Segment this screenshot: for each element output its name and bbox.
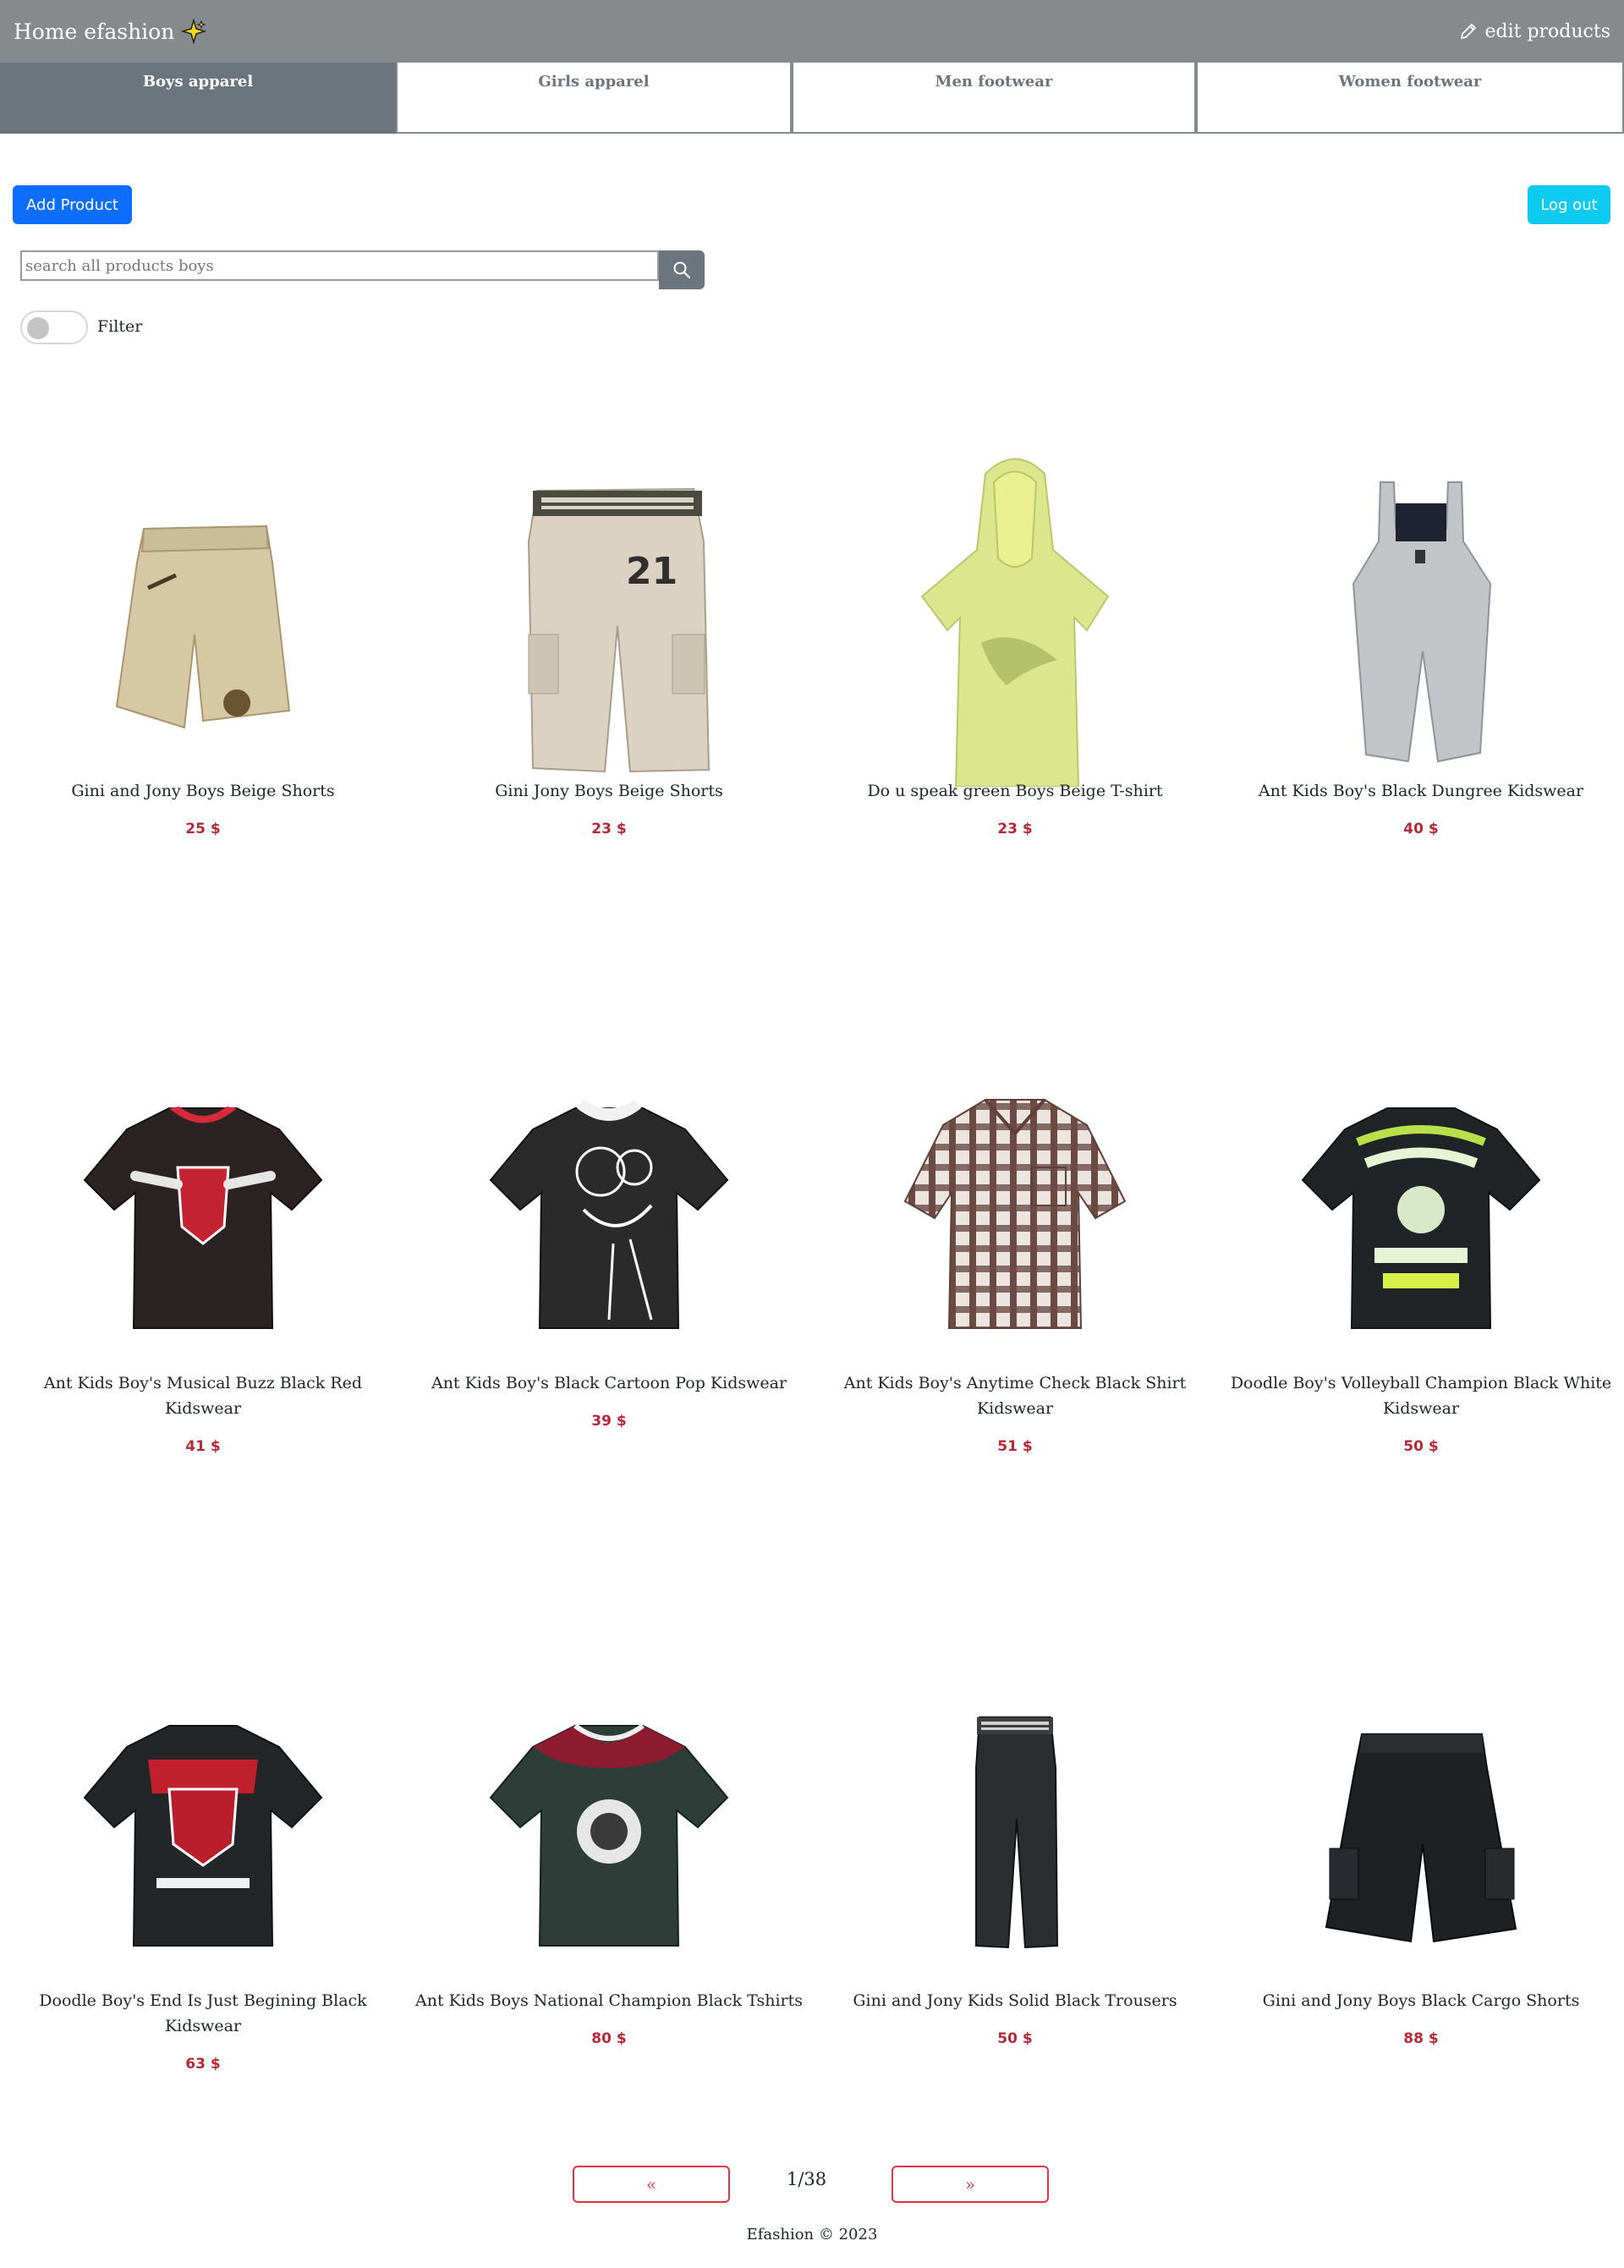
add-product-button[interactable]: Add Product (13, 185, 132, 224)
product-price: 23 $ (997, 821, 1033, 837)
product-price: 25 $ (185, 821, 221, 837)
tab-boys-apparel[interactable]: Boys apparel (0, 63, 396, 134)
navbar: Home efashion edit products (0, 0, 1624, 63)
product-price: 41 $ (185, 1438, 221, 1455)
product-image[interactable] (0, 1667, 406, 1988)
tab-label: Girls apparel (538, 73, 650, 91)
beige-cargo-pants-icon: 21 (527, 487, 710, 773)
black-red-tshirt-icon (83, 1107, 323, 1329)
product-price: 39 $ (591, 1413, 627, 1430)
product-name: Doodle Boy's End Is Just Begining Black … (39, 1991, 367, 2035)
product-name: Gini and Jony Boys Beige Shorts (71, 782, 335, 800)
product-name: Ant Kids Boy's Black Cartoon Pop Kidswea… (431, 1374, 787, 1392)
product-image[interactable] (1218, 457, 1624, 778)
green-hoodie-icon (920, 458, 1110, 787)
product-name: Gini Jony Boys Beige Shorts (495, 782, 723, 800)
sparkle-icon (181, 19, 207, 44)
product-card[interactable]: Gini and Jony Kids Solid Black Trousers … (812, 1667, 1218, 2047)
previous-page-button[interactable]: « (573, 2166, 730, 2203)
beige-shorts-icon (115, 524, 291, 729)
product-card[interactable]: Ant Kids Boy's Black Cartoon Pop Kidswea… (406, 1049, 812, 1430)
product-price: 88 $ (1403, 2030, 1439, 2047)
product-name: Doodle Boy's Volleyball Champion Black W… (1230, 1374, 1612, 1418)
product-name: Ant Kids Boys National Champion Black Ts… (414, 1991, 804, 2010)
product-price: 23 $ (591, 821, 627, 837)
product-name: Ant Kids Boy's Black Dungree Kidswear (1258, 782, 1584, 800)
product-image[interactable] (406, 1049, 812, 1370)
filter-label: Filter (97, 317, 143, 336)
product-image[interactable] (812, 1667, 1218, 1988)
pencil-icon (1461, 24, 1477, 39)
filter-toggle[interactable] (20, 310, 88, 344)
product-card[interactable]: Ant Kids Boy's Musical Buzz Black Red Ki… (0, 1049, 406, 1455)
tab-girls-apparel[interactable]: Girls apparel (396, 63, 792, 134)
product-card[interactable]: Doodle Boy's Volleyball Champion Black W… (1218, 1049, 1624, 1455)
tab-women-footwear[interactable]: Women footwear (1196, 63, 1624, 134)
product-card[interactable]: Gini and Jony Boys Black Cargo Shorts 88… (1218, 1667, 1624, 2047)
search-button[interactable] (659, 250, 705, 289)
product-card[interactable]: Gini and Jony Boys Beige Shorts 25 $ (0, 457, 406, 837)
product-image[interactable] (1218, 1667, 1624, 1988)
product-card[interactable]: Ant Kids Boy's Anytime Check Black Shirt… (812, 1049, 1218, 1455)
product-card[interactable]: Ant Kids Boys National Champion Black Ts… (406, 1667, 812, 2047)
phoenix-tshirt-icon (83, 1725, 323, 1947)
product-name: Gini and Jony Boys Black Cargo Shorts (1262, 1991, 1580, 2010)
dungaree-icon (1352, 481, 1492, 763)
log-out-button[interactable]: Log out (1528, 185, 1610, 224)
product-card[interactable]: Do u speak green Boys Beige T-shirt 23 $ (812, 457, 1218, 837)
product-price: 50 $ (997, 2030, 1033, 2047)
product-name: Ant Kids Boy's Musical Buzz Black Red Ki… (43, 1374, 363, 1418)
search-input[interactable] (20, 250, 659, 281)
product-name: Gini and Jony Kids Solid Black Trousers (853, 1991, 1177, 2010)
tab-label: Women footwear (1338, 73, 1482, 91)
product-price: 50 $ (1403, 1438, 1439, 1455)
product-card[interactable]: Ant Kids Boy's Black Dungree Kidswear 40… (1218, 457, 1624, 837)
product-name: Do u speak green Boys Beige T-shirt (867, 782, 1163, 800)
black-cargo-shorts-icon (1325, 1733, 1517, 1943)
footer-text: Efashion © 2023 (746, 2226, 878, 2243)
check-shirt-icon (903, 1098, 1127, 1329)
product-image[interactable] (0, 1049, 406, 1370)
tab-label: Boys apparel (142, 73, 254, 91)
product-image[interactable] (0, 457, 406, 778)
product-image[interactable] (812, 457, 1218, 787)
edit-products-link[interactable]: edit products (1459, 21, 1610, 42)
product-image[interactable] (812, 1049, 1218, 1370)
product-card[interactable]: 21 Gini Jony Boys Beige Shorts 23 $ (406, 457, 812, 837)
product-image[interactable] (1218, 1049, 1624, 1370)
home-link[interactable]: Home efashion (14, 19, 207, 44)
champion-tshirt-icon (489, 1723, 729, 1947)
tab-men-footwear[interactable]: Men footwear (792, 63, 1196, 134)
product-image[interactable] (406, 1667, 812, 1988)
product-price: 40 $ (1403, 821, 1439, 837)
product-price: 63 $ (185, 2056, 221, 2073)
product-image[interactable]: 21 (406, 457, 812, 778)
category-tabs: Boys apparel Girls apparel Men footwear … (0, 63, 1624, 134)
search-icon (673, 261, 691, 279)
tab-label: Men footwear (935, 73, 1053, 91)
product-price: 80 $ (591, 2030, 627, 2047)
product-price: 51 $ (997, 1438, 1033, 1455)
product-name: Ant Kids Boy's Anytime Check Black Shirt… (843, 1374, 1187, 1418)
edit-products-label: edit products (1484, 20, 1610, 42)
page-indicator: 1/38 (787, 2169, 827, 2189)
svg-text:21: 21 (626, 550, 678, 593)
next-page-button[interactable]: » (892, 2166, 1049, 2203)
black-trousers-icon (975, 1716, 1059, 1949)
cartoon-tshirt-icon (489, 1100, 729, 1329)
volleyball-tshirt-icon (1301, 1107, 1541, 1329)
toggle-knob (27, 317, 49, 339)
brand-label: Home efashion (14, 19, 175, 44)
product-card[interactable]: Doodle Boy's End Is Just Begining Black … (0, 1667, 406, 2073)
